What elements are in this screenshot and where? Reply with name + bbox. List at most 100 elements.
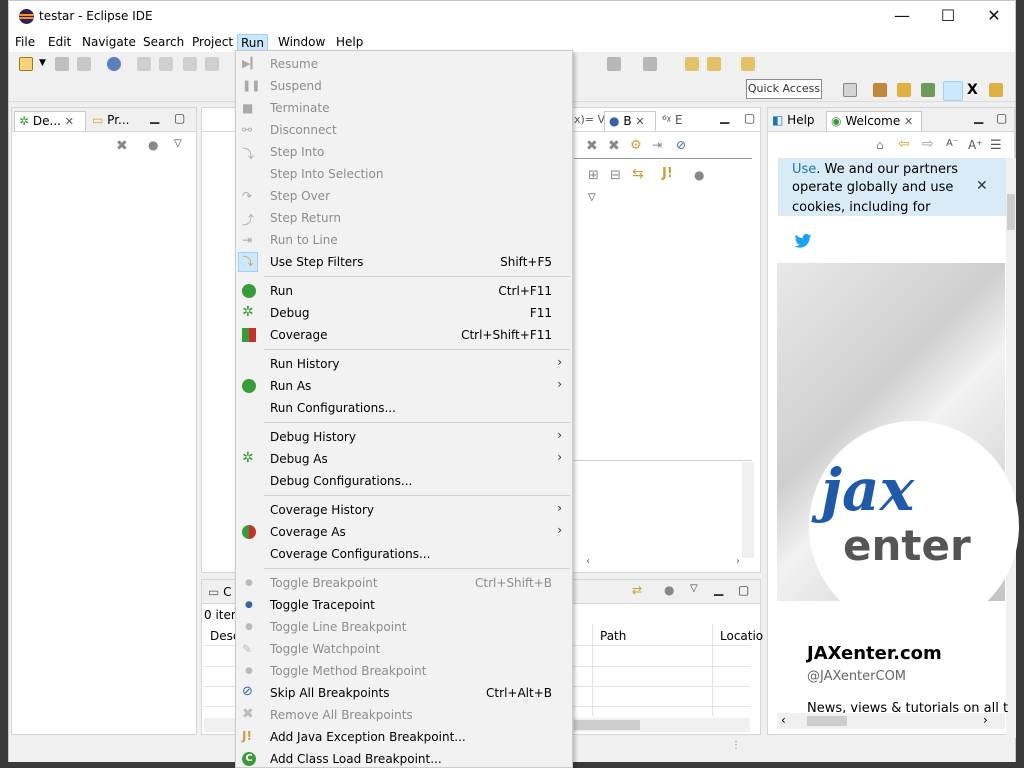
go-to-file-icon[interactable]: ⇥	[652, 138, 662, 152]
minimize-view-icon[interactable]: ▁	[974, 110, 983, 124]
back-icon[interactable]: ⇦	[898, 136, 910, 152]
resume-icon[interactable]	[137, 57, 151, 71]
new-icon[interactable]	[19, 57, 33, 71]
menu-item-debug-history[interactable]: Debug History ›	[236, 426, 572, 448]
menu-item-debug[interactable]: ✲ Debug F11	[236, 302, 572, 324]
scroll-left-icon[interactable]: ‹	[781, 713, 786, 727]
save-icon[interactable]	[55, 57, 69, 71]
menu-item-add-java-exception-breakpoint[interactable]: J! Add Java Exception Breakpoint...	[236, 726, 572, 748]
tab-help[interactable]: ◧ Help	[772, 111, 815, 131]
menu-item-skip-all-breakpoints[interactable]: ⊘ Skip All Breakpoints Ctrl+Alt+B	[236, 682, 572, 704]
tab-variables[interactable]: x)= V	[574, 111, 605, 131]
scrollbar-thumb[interactable]	[807, 716, 847, 726]
view-menu-icon[interactable]: ▽	[690, 583, 698, 594]
tab-breakpoints[interactable]: ● B ✕	[604, 111, 656, 131]
menu-item-use-step-filters[interactable]: ⤵ Use Step Filters Shift+F5	[236, 251, 572, 273]
forward-icon[interactable]	[741, 57, 755, 71]
menu-item-coverage[interactable]: Coverage Ctrl+Shift+F11	[236, 324, 572, 346]
menu-item-run-history[interactable]: Run History ›	[236, 353, 572, 375]
menu-edit[interactable]: Edit	[45, 34, 74, 52]
font-larger-icon[interactable]: A⁺	[968, 138, 983, 152]
view-menu-icon[interactable]: ▽	[174, 138, 182, 149]
twitter-handle[interactable]: @JAXenterCOM	[807, 669, 906, 684]
minimize-view-icon[interactable]: ▁	[720, 110, 729, 124]
close-icon[interactable]: ✕	[65, 115, 74, 128]
scrollbar-thumb[interactable]	[1007, 194, 1015, 230]
back-icon[interactable]	[707, 57, 721, 71]
menu-item-coverage-configurations[interactable]: Coverage Configurations...	[236, 543, 572, 565]
chevron-down-icon[interactable]: ▼	[39, 58, 46, 68]
menu-navigate[interactable]: Navigate	[79, 34, 139, 52]
tab-welcome[interactable]: ◉ Welcome ✕	[826, 111, 922, 131]
tab-expressions[interactable]: ⁶ᵡ E	[662, 111, 683, 131]
maximize-button[interactable]: ☐	[925, 1, 971, 32]
cookie-close-icon[interactable]: ✕	[976, 178, 988, 194]
menu-item-step-return[interactable]: ⤴ Step Return	[236, 207, 572, 229]
twitter-icon[interactable]	[794, 234, 812, 248]
xml-perspective-icon[interactable]: X	[967, 83, 981, 97]
skip-breakpoints-icon[interactable]	[107, 57, 121, 71]
help-horizontal-scrollbar[interactable]: ‹ ›	[777, 713, 1005, 729]
debug-dots-icon[interactable]: ●	[148, 138, 158, 152]
maximize-view-icon[interactable]: ▢	[996, 111, 1007, 125]
link-editor-icon[interactable]: ⇆	[632, 166, 644, 182]
font-smaller-icon[interactable]: A⁻	[946, 138, 958, 149]
cookie-use-link[interactable]: Use	[792, 162, 816, 177]
maximize-view-icon[interactable]: ▢	[744, 111, 755, 125]
menu-item-terminate[interactable]: ■ Terminate	[236, 97, 572, 119]
menu-item-toggle-line-breakpoint[interactable]: ● Toggle Line Breakpoint	[236, 616, 572, 638]
debug-dots-icon[interactable]: ●	[664, 583, 674, 597]
remove-terminated-icon[interactable]: ✖	[116, 138, 128, 154]
menu-item-debug-as[interactable]: ✲ Debug As ›	[236, 448, 572, 470]
menu-project[interactable]: Project	[189, 34, 236, 52]
menu-file[interactable]: File	[12, 34, 38, 52]
column-header-location[interactable]: Locatio	[720, 629, 763, 643]
menu-item-step-over[interactable]: ↷ Step Over	[236, 185, 572, 207]
menu-item-run-as[interactable]: Run As ›	[236, 375, 572, 397]
menu-item-add-class-load-breakpoint[interactable]: C Add Class Load Breakpoint...	[236, 748, 572, 767]
menu-item-remove-all-breakpoints[interactable]: ✖ Remove All Breakpoints	[236, 704, 572, 726]
minimize-button[interactable]: —	[879, 1, 925, 32]
vertical-scrollbar[interactable]	[742, 462, 754, 558]
tab-project-explorer[interactable]: ▭ Pr...	[92, 111, 129, 131]
menu-item-toggle-tracepoint[interactable]: ● Toggle Tracepoint	[236, 594, 572, 616]
debug-perspective-icon[interactable]	[943, 81, 963, 101]
suspend-icon[interactable]	[159, 57, 173, 71]
close-icon[interactable]: ✕	[904, 115, 913, 128]
help-vertical-scrollbar[interactable]	[1006, 158, 1016, 738]
menu-search[interactable]: Search	[140, 34, 187, 52]
menu-item-step-into[interactable]: ⤵ Step Into	[236, 141, 572, 163]
terminate-icon[interactable]	[183, 57, 197, 71]
menu-item-disconnect[interactable]: ⚯ Disconnect	[236, 119, 572, 141]
close-icon[interactable]: ✕	[635, 115, 644, 128]
menu-item-run-configurations[interactable]: Run Configurations...	[236, 397, 572, 419]
menu-item-toggle-method-breakpoint[interactable]: ● Toggle Method Breakpoint	[236, 660, 572, 682]
disconnect-icon[interactable]	[205, 57, 219, 71]
skip-all-icon[interactable]: ⊘	[676, 138, 686, 152]
maximize-view-icon[interactable]: ▢	[738, 583, 749, 597]
toolbar-misc-icon[interactable]	[643, 57, 657, 71]
menu-item-suspend[interactable]: ❚❚ Suspend	[236, 75, 572, 97]
quick-access-input[interactable]: Quick Access	[746, 79, 822, 99]
tab-debug[interactable]: ✲ De... ✕	[14, 111, 86, 131]
toc-icon[interactable]: ☰	[990, 138, 1002, 153]
maximize-view-icon[interactable]: ▢	[174, 111, 185, 125]
show-supported-icon[interactable]: ⚙	[630, 138, 642, 153]
menu-item-run-to-line[interactable]: ⇥ Run to Line	[236, 229, 572, 251]
column-header-path[interactable]: Path	[600, 629, 626, 643]
close-button[interactable]: ✕	[971, 1, 1017, 32]
site-title[interactable]: JAXenter.com	[807, 643, 942, 664]
perspective-icon[interactable]	[873, 83, 887, 97]
save-all-icon[interactable]	[77, 57, 91, 71]
scroll-right-icon[interactable]: ›	[736, 556, 740, 567]
remove-breakpoint-icon[interactable]: ✖	[586, 138, 598, 154]
open-perspective-icon[interactable]	[843, 83, 857, 97]
scroll-left-icon[interactable]: ‹	[586, 556, 590, 567]
forward-icon[interactable]: ⇨	[922, 136, 934, 152]
minimize-view-icon[interactable]: ▁	[714, 582, 723, 596]
minimize-view-icon[interactable]: ▁	[150, 110, 159, 124]
menu-item-toggle-breakpoint[interactable]: ● Toggle Breakpoint Ctrl+Shift+B	[236, 572, 572, 594]
view-menu-icon[interactable]: ▽	[588, 192, 596, 203]
menu-item-coverage-as[interactable]: Coverage As ›	[236, 521, 572, 543]
expand-all-icon[interactable]: ⊞	[588, 168, 599, 183]
